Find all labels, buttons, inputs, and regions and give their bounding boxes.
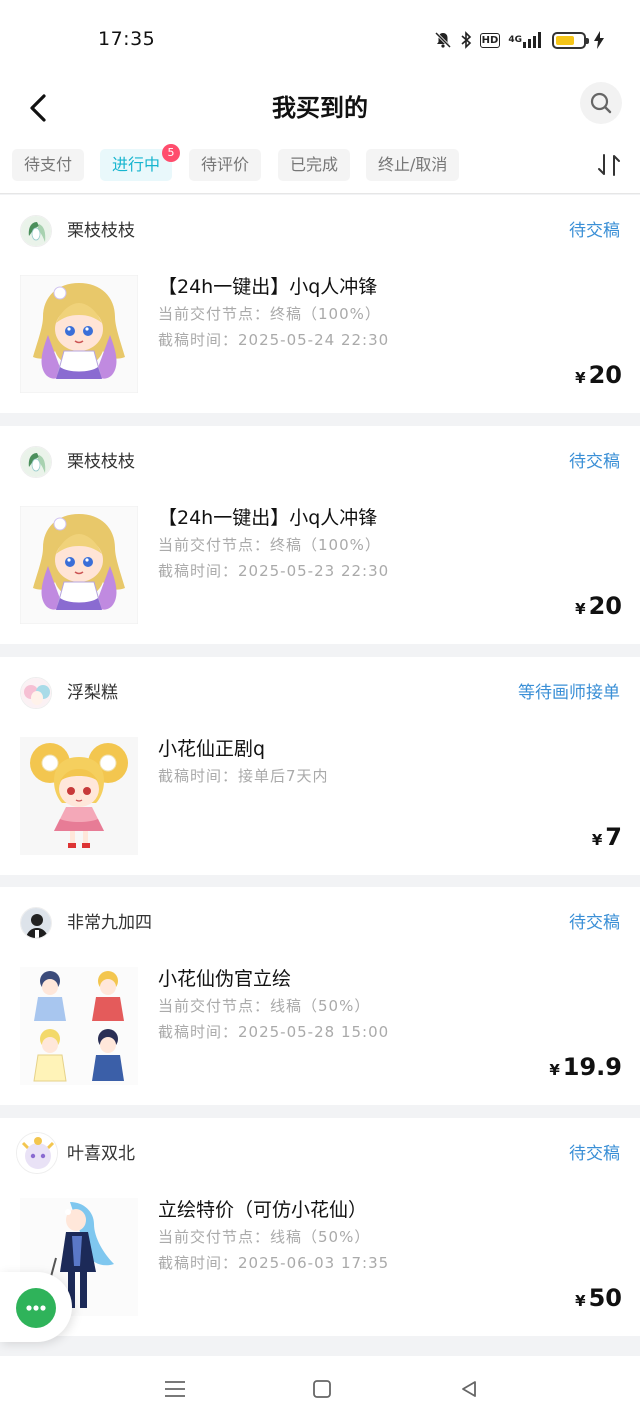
tab-pending-payment[interactable]: 待支付	[12, 149, 85, 181]
price-amount: 19.9	[562, 1053, 622, 1081]
deadline: 截稿时间：2025-05-23 22:30	[158, 562, 390, 580]
price: ¥19.9	[549, 1053, 622, 1081]
tab-terminated-cancelled[interactable]: 终止/取消	[366, 149, 460, 181]
deadline: 截稿时间：接单后7天内	[158, 767, 329, 785]
back-nav-button[interactable]	[456, 1376, 482, 1402]
artwork-thumbnail[interactable]	[20, 506, 138, 624]
order-card[interactable]: 栗枝枝枝 待交稿 【24h一键出】小q人冲锋 当前交付节点：终稿（100%） 截…	[0, 195, 640, 413]
delivery-stage: 当前交付节点：终稿（100%）	[158, 305, 381, 323]
price: ¥7	[592, 823, 622, 851]
order-title[interactable]: 【24h一键出】小q人冲锋	[158, 273, 377, 301]
menu-icon	[165, 1381, 185, 1397]
hd-icon: HD	[479, 32, 501, 48]
deadline: 截稿时间：2025-06-03 17:35	[158, 1254, 390, 1272]
charging-icon	[594, 31, 604, 49]
price-amount: 7	[605, 823, 622, 851]
order-tabs: 待支付 进行中 5 待评价 已完成 终止/取消	[0, 142, 640, 194]
order-card[interactable]: 栗枝枝枝 待交稿 【24h一键出】小q人冲锋 当前交付节点：终稿（100%） 截…	[0, 426, 640, 644]
order-status: 等待画师接单	[518, 683, 620, 703]
tab-completed[interactable]: 已完成	[278, 149, 351, 181]
avatar[interactable]	[20, 446, 52, 478]
system-icons: HD 4G	[434, 28, 604, 52]
network-label: 4G	[508, 34, 522, 45]
menu-button[interactable]	[162, 1376, 188, 1402]
order-card[interactable]: 非常九加四 待交稿 小花仙伪官立绘 当前交付节点：线稿（50%） 截稿时间：20…	[0, 887, 640, 1105]
seller-name[interactable]: 栗枝枝枝	[67, 450, 135, 474]
currency-symbol: ¥	[575, 600, 586, 618]
order-title[interactable]: 小花仙正剧q	[158, 735, 265, 763]
order-title[interactable]: 小花仙伪官立绘	[158, 965, 291, 993]
deadline: 截稿时间：2025-05-24 22:30	[158, 331, 390, 349]
avatar[interactable]	[20, 215, 52, 247]
price: ¥20	[575, 361, 622, 389]
chat-bubble-icon	[26, 1305, 46, 1311]
seller-name[interactable]: 栗枝枝枝	[67, 219, 135, 243]
delivery-stage: 当前交付节点：线稿（50%）	[158, 1228, 371, 1246]
chat-fab[interactable]	[0, 1272, 72, 1342]
status-bar: 17:35 HD 4G	[0, 0, 640, 80]
home-button[interactable]	[309, 1376, 335, 1402]
order-status: 待交稿	[569, 913, 620, 933]
order-status: 待交稿	[569, 452, 620, 472]
delivery-stage: 当前交付节点：终稿（100%）	[158, 536, 381, 554]
order-title[interactable]: 【24h一键出】小q人冲锋	[158, 504, 377, 532]
price: ¥50	[575, 1284, 622, 1312]
search-button[interactable]	[580, 82, 622, 124]
seller-name[interactable]: 叶喜双北	[67, 1142, 135, 1166]
avatar[interactable]	[16, 1132, 58, 1174]
system-nav-bar	[0, 1356, 640, 1422]
delivery-stage: 当前交付节点：线稿（50%）	[158, 997, 371, 1015]
back-triangle-icon	[462, 1381, 476, 1397]
avatar[interactable]	[20, 677, 52, 709]
price-amount: 50	[588, 1284, 622, 1312]
order-card[interactable]: 浮梨糕 等待画师接单 小花仙正剧q 截稿时间：接单后7天内 ¥7	[0, 657, 640, 875]
home-square-icon	[313, 1380, 331, 1398]
bluetooth-icon	[460, 31, 472, 49]
4g-signal-icon: 4G	[508, 32, 544, 48]
artwork-thumbnail[interactable]	[20, 275, 138, 393]
currency-symbol: ¥	[575, 369, 586, 387]
seller-name[interactable]: 浮梨糕	[67, 681, 118, 705]
avatar[interactable]	[20, 907, 52, 939]
price: ¥20	[575, 592, 622, 620]
tab-in-progress[interactable]: 进行中 5	[100, 144, 181, 181]
currency-symbol: ¥	[575, 1292, 586, 1310]
artwork-thumbnail[interactable]	[20, 967, 138, 1085]
sort-arrows-icon	[598, 154, 620, 176]
currency-symbol: ¥	[549, 1061, 560, 1079]
currency-symbol: ¥	[591, 831, 603, 849]
order-status: 待交稿	[569, 1144, 620, 1164]
artwork-thumbnail[interactable]	[20, 737, 138, 855]
tab-count-badge: 5	[162, 144, 181, 162]
battery-level	[556, 35, 575, 45]
search-icon	[590, 92, 612, 114]
seller-name[interactable]: 非常九加四	[67, 911, 152, 935]
price-amount: 20	[588, 592, 622, 620]
order-card[interactable]: 叶喜双北 待交稿 立绘特价（可仿小花仙） 当前交付节点：线稿（50%） 截稿时间…	[0, 1118, 640, 1336]
order-title[interactable]: 立绘特价（可仿小花仙）	[158, 1196, 367, 1224]
header: 我买到的	[0, 80, 640, 142]
tab-pending-review[interactable]: 待评价	[189, 149, 262, 181]
battery-icon	[552, 31, 589, 49]
sort-button[interactable]	[596, 152, 622, 178]
price-amount: 20	[588, 361, 622, 389]
order-status: 待交稿	[569, 221, 620, 241]
mute-bell-icon	[434, 31, 452, 49]
chat-button[interactable]	[16, 1288, 56, 1328]
clock: 17:35	[98, 28, 156, 50]
deadline: 截稿时间：2025-05-28 15:00	[158, 1023, 390, 1041]
page-title: 我买到的	[272, 94, 368, 122]
